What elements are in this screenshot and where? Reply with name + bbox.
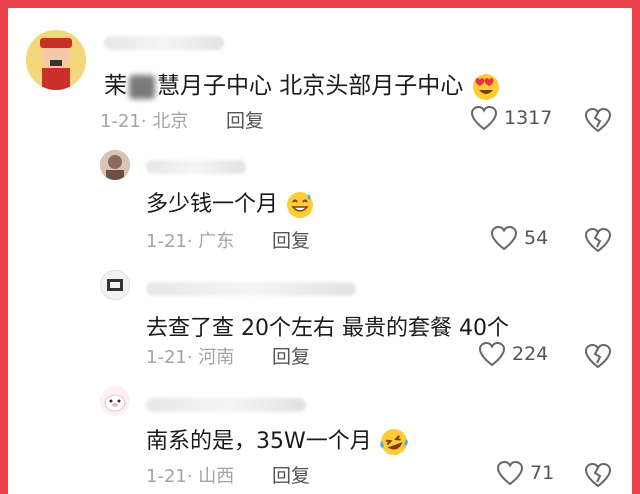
like-button[interactable]: 224 xyxy=(478,341,548,367)
broken-heart-icon[interactable] xyxy=(584,343,612,369)
reply-button[interactable]: 回复 xyxy=(272,226,310,253)
comment-text: 茉 慧月子中心 北京头部月子中心 xyxy=(104,66,501,102)
like-button[interactable]: 1317 xyxy=(470,105,552,131)
reply-button[interactable]: 回复 xyxy=(226,106,264,133)
avatar[interactable] xyxy=(26,30,86,90)
comment-text: 去查了查 20个左右 最贵的套餐 40个 xyxy=(146,316,509,341)
like-button[interactable]: 71 xyxy=(496,460,554,486)
avatar[interactable] xyxy=(100,270,130,300)
username-blurred[interactable] xyxy=(104,36,224,50)
username-blurred[interactable] xyxy=(146,160,246,174)
comment-date-location: 1-21· 北京 xyxy=(100,111,189,132)
comment-date-location: 1-21· 山西 xyxy=(146,466,235,487)
comment-text-body: 多少钱一个月 xyxy=(146,192,279,217)
sweat-smile-emoji xyxy=(287,192,314,218)
heart-eyes-emoji xyxy=(472,73,499,100)
like-count: 54 xyxy=(524,227,549,249)
comment-text-body: 南系的是，35W一个月 xyxy=(146,429,372,454)
comment-text: 南系的是，35W一个月 xyxy=(146,423,409,457)
reply-button[interactable]: 回复 xyxy=(272,342,310,369)
broken-heart-icon[interactable] xyxy=(584,227,612,253)
heart-icon xyxy=(496,460,524,486)
avatar[interactable] xyxy=(100,150,130,180)
heart-icon xyxy=(490,225,518,251)
heart-icon xyxy=(478,341,506,367)
comment-text-start: 茉 xyxy=(104,73,127,99)
heart-icon xyxy=(470,105,498,131)
comment-date-location: 1-21· 广东 xyxy=(146,231,235,252)
like-count: 1317 xyxy=(504,107,553,129)
username-blurred[interactable] xyxy=(146,398,306,412)
censor-mask xyxy=(129,74,155,99)
broken-heart-icon[interactable] xyxy=(584,107,612,133)
comment-date-location: 1-21· 河南 xyxy=(146,347,235,368)
broken-heart-icon[interactable] xyxy=(584,462,612,488)
laughing-tears-emoji xyxy=(380,429,408,455)
comment-text: 多少钱一个月 xyxy=(146,186,315,220)
like-count: 224 xyxy=(512,343,549,365)
avatar[interactable] xyxy=(100,386,130,416)
like-button[interactable]: 54 xyxy=(490,225,548,251)
comment-text-rest: 慧月子中心 北京头部月子中心 xyxy=(157,73,464,99)
like-count: 71 xyxy=(530,462,555,484)
username-blurred[interactable] xyxy=(146,282,356,296)
reply-button[interactable]: 回复 xyxy=(272,461,310,488)
